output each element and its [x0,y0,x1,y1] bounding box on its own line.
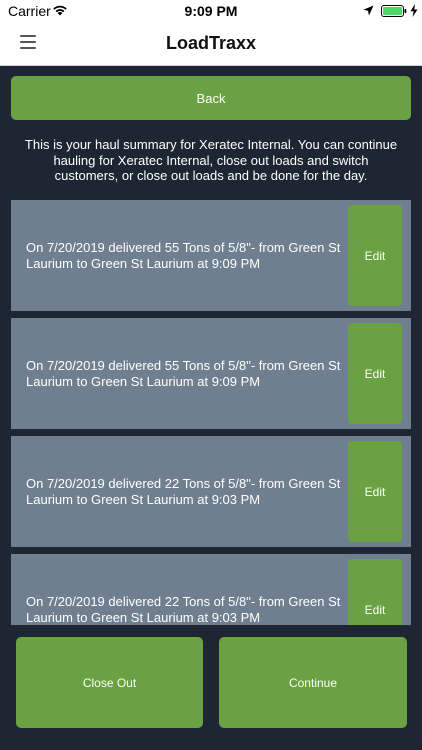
app-title: LoadTraxx [165,33,257,53]
haul-summary-text: This is your haul summary for Xeratec In… [24,137,398,183]
load-list[interactable]: On 7/20/2019 delivered 55 Tons of 5/8"- … [0,200,422,625]
continue-button[interactable]: Continue [219,637,407,728]
load-card: On 7/20/2019 delivered 55 Tons of 5/8"- … [11,318,411,429]
close-out-button[interactable]: Close Out [16,637,203,728]
back-button[interactable]: Back [11,76,411,120]
location-arrow-icon [363,5,374,16]
load-description: On 7/20/2019 delivered 22 Tons of 5/8"- … [26,476,341,507]
load-description: On 7/20/2019 delivered 22 Tons of 5/8"- … [26,594,341,625]
load-description: On 7/20/2019 delivered 55 Tons of 5/8"- … [26,240,341,271]
edit-load-button[interactable]: Edit [348,441,402,542]
status-bar: Carrier 9:09 PM [0,0,422,22]
load-description: On 7/20/2019 delivered 55 Tons of 5/8"- … [26,358,341,389]
footer-actions: Close Out Continue [0,625,422,750]
edit-load-button[interactable]: Edit [348,205,402,306]
load-card: On 7/20/2019 delivered 22 Tons of 5/8"- … [11,436,411,547]
load-card: On 7/20/2019 delivered 22 Tons of 5/8"- … [11,554,411,625]
battery-icon [381,5,407,17]
nav-bar: LoadTraxx [0,22,422,66]
edit-load-button[interactable]: Edit [348,559,402,625]
load-card: On 7/20/2019 delivered 55 Tons of 5/8"- … [11,200,411,311]
edit-load-button[interactable]: Edit [348,323,402,424]
status-time: 9:09 PM [184,3,238,19]
charging-icon [410,4,418,17]
